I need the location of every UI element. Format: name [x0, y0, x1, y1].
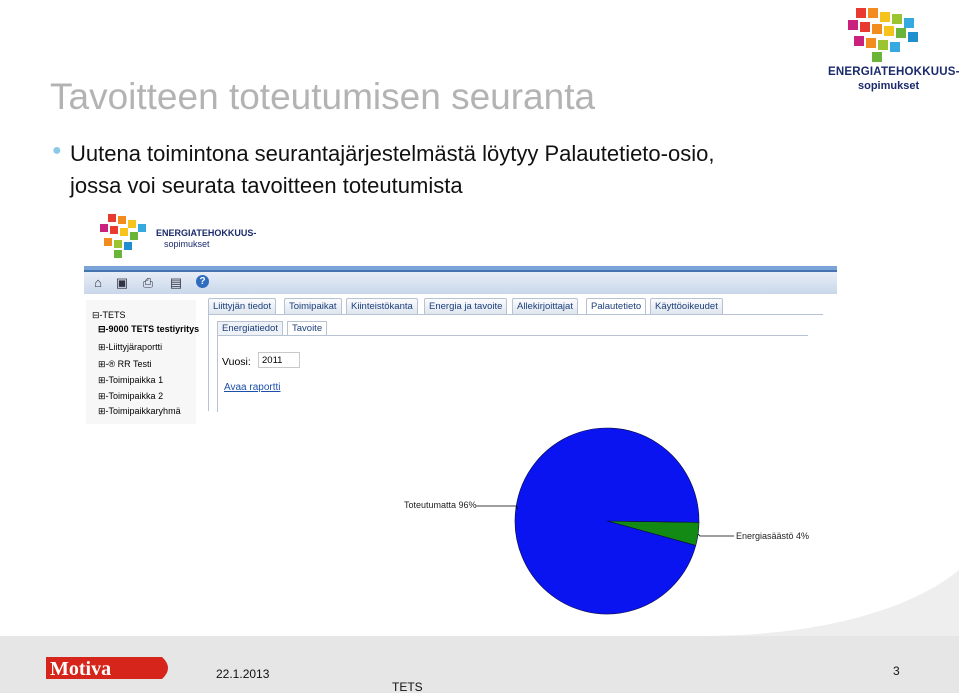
tavoite-panel: Vuosi: 2011 Avaa raportti: [217, 335, 808, 412]
tab-kiinteistokanta[interactable]: Kiinteistökanta: [346, 298, 418, 315]
app-logo-line-1: ENERGIATEHOKKUUS-: [156, 228, 257, 238]
tab-liittyjan-tiedot[interactable]: Liittyjän tiedot: [208, 298, 277, 315]
tab-kayttooikeudet[interactable]: Käyttöoikeudet: [650, 298, 723, 315]
tree-item-4[interactable]: ⊞-Toimipaikka 2: [98, 391, 163, 402]
help-icon[interactable]: ?: [196, 275, 209, 288]
page-number: 3: [893, 664, 900, 678]
app-logo: ENERGIATEHOKKUUS- sopimukset: [92, 212, 262, 262]
export-icon[interactable]: ▤: [168, 275, 184, 291]
app-screenshot: ENERGIATEHOKKUUS- sopimukset ⌂ ▣ ⎙ ▤ ? ⊟…: [84, 210, 837, 425]
vuosi-label: Vuosi:: [222, 356, 251, 368]
print-icon[interactable]: ⎙: [140, 275, 156, 291]
tab-allekirjoittajat[interactable]: Allekirjoittajat: [512, 298, 578, 315]
slice-label-energiasaasto: Energiasäästö 4%: [736, 531, 810, 541]
tab-energia-ja-tavoite[interactable]: Energia ja tavoite: [424, 298, 508, 315]
tree-item-5[interactable]: ⊞-Toimipaikkaryhmä: [98, 406, 181, 417]
app-toolbar: ⌂ ▣ ⎙ ▤ ?: [84, 272, 837, 294]
brand-line-1: ENERGIATEHOKKUUS-: [828, 66, 959, 78]
tab-palautetieto[interactable]: Palautetieto: [586, 298, 647, 315]
bullet-dot: ●: [52, 142, 62, 159]
energiatehokkuus-logo: ENERGIATEHOKKUUS- sopimukset: [826, 4, 959, 94]
slice-label-toteutumatta: Toteutumatta 96%: [404, 500, 477, 510]
subtab-tavoite[interactable]: Tavoite: [287, 321, 328, 336]
body-line-1: Uutena toimintona seurantajärjestelmästä…: [70, 141, 715, 166]
tree-root[interactable]: ⊟-TETS: [92, 310, 126, 321]
leader-line-toteutumatta: [476, 505, 519, 510]
brand-line-2: sopimukset: [858, 80, 920, 92]
puzzle-cross-logo-icon: [848, 8, 918, 62]
body-line-2: jossa voi seurata tavoitteen toteutumist…: [70, 173, 463, 198]
motiva-logo: Motiva: [46, 657, 168, 680]
slide-title: Tavoitteen toteutumisen seuranta: [50, 76, 596, 117]
navigation-tree: ⊟-TETS ⊟-9000 TETS testiyritys ⊞-Liittyj…: [86, 300, 199, 424]
tree-item-3[interactable]: ⊞-Toimipaikka 1: [98, 375, 163, 386]
motiva-logo-text: Motiva: [50, 658, 111, 680]
tab-toimipaikat[interactable]: Toimipaikat: [284, 298, 342, 315]
tree-item-1[interactable]: ⊞-Liittyjäraportti: [98, 342, 162, 353]
palautetieto-panel: Energiatiedot Tavoite Vuosi: 2011 Avaa r…: [208, 314, 823, 412]
tree-company[interactable]: ⊟-9000 TETS testiyritys: [98, 324, 199, 335]
save-icon[interactable]: ▣: [114, 275, 130, 291]
vuosi-input[interactable]: 2011: [258, 352, 300, 368]
open-report-link[interactable]: Avaa raportti: [224, 382, 281, 393]
footer-date: 22.1.2013: [216, 667, 270, 681]
leader-line-energiasaasto: [697, 533, 734, 537]
home-icon[interactable]: ⌂: [90, 275, 106, 291]
app-logo-line-2: sopimukset: [164, 239, 210, 249]
tree-item-2[interactable]: ⊞-® RR Testi: [98, 359, 152, 370]
subtab-energiatiedot[interactable]: Energiatiedot: [217, 321, 283, 336]
slide-body: Uutena toimintona seurantajärjestelmästä…: [70, 138, 910, 202]
app-puzzle-logo-icon: [100, 214, 146, 258]
footer-center-text: TETS: [392, 680, 423, 694]
